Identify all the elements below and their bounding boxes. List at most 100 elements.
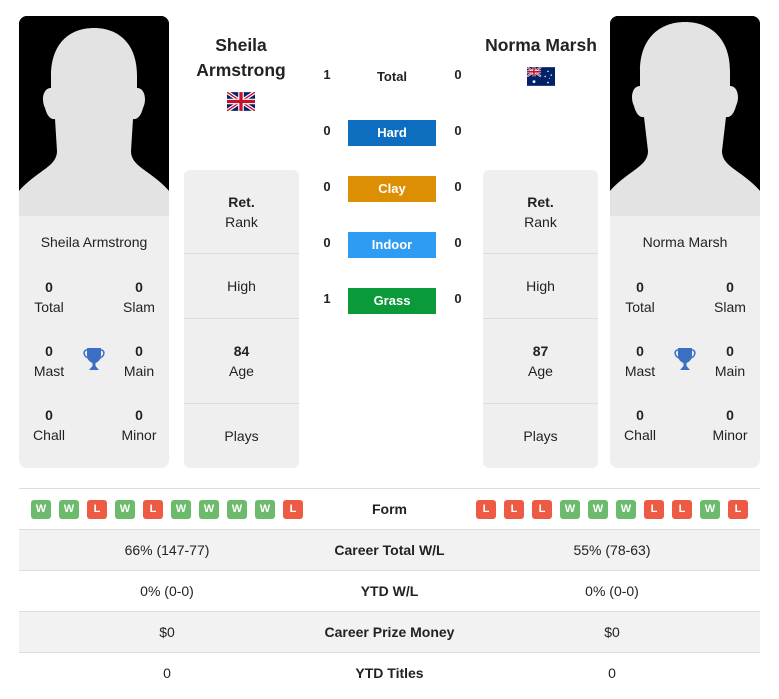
value: 0 [45,279,53,295]
label: Minor [121,427,157,443]
value: 84 [233,343,250,359]
player1-minor-titles: 0 Minor [109,405,169,445]
label: Rank [225,214,258,230]
player2-mast-titles: 0 Mast [610,341,670,381]
value: 0 [726,279,734,295]
h2h-hard-left: 0 [323,123,331,138]
value: 0 [726,407,734,423]
form-win-badge[interactable]: W [560,499,580,519]
label: Age [229,363,254,379]
player1-card-name: Sheila Armstrong [40,234,148,250]
comparison-table: WWLWLWWWWL Form LLLWWWLLWL 66% (147-77) … [19,488,760,693]
player1-first-name[interactable]: Sheila [176,33,306,58]
form-win-badge[interactable]: W [700,499,720,519]
form-win-badge[interactable]: W [616,499,636,519]
player2-info-card: Ret. Rank High 87 Age Plays [483,170,598,468]
surface-indoor-button[interactable]: Indoor [348,232,436,258]
player1-ytd-wl: 0% (0-0) [140,583,194,599]
h2h-total-label: Total [376,69,408,84]
form-win-badge[interactable]: W [171,499,191,519]
value: Ret. [527,194,554,210]
label: Mast [33,363,65,379]
label: Age [528,363,553,379]
value: 0 [45,407,53,423]
label: High [227,278,256,294]
label: Slam [123,299,155,315]
surface-grass-button[interactable]: Grass [348,288,436,314]
united-kingdom-flag-icon [227,92,255,111]
form-loss-badge[interactable]: L [504,499,524,519]
player1-last-name[interactable]: Armstrong [176,58,306,83]
label: Plays [523,428,558,444]
player2-name[interactable]: Norma Marsh [476,33,606,58]
divider [483,318,598,319]
label: High [526,278,555,294]
player1-titles-card: Sheila Armstrong 0 Total 0 Slam 0 Mast 0 Mai… [19,216,169,468]
form-win-badge[interactable]: W [199,499,219,519]
player2-ytd-titles: 0 [608,665,616,681]
player1-ytd-titles: 0 [163,665,171,681]
player2-slam-titles: 0 Slam [700,277,760,317]
value: 0 [726,343,734,359]
h2h-total-left: 1 [323,67,331,82]
form-win-badge[interactable]: W [59,499,79,519]
form-loss-badge[interactable]: L [476,499,496,519]
ytd-wl-row: 0% (0-0) YTD W/L 0% (0-0) [19,570,760,611]
player2-card-name: Norma Marsh [642,234,728,250]
player2-career-total-wl: 55% (78-63) [573,542,651,558]
form-loss-badge[interactable]: L [728,499,748,519]
label: Rank [524,214,557,230]
h2h-clay-left: 0 [323,179,331,194]
divider [184,318,299,319]
player2-full-name[interactable]: Norma Marsh [476,33,606,58]
player2-high: High [483,276,598,296]
ytd-wl-label: YTD W/L [360,583,419,599]
form-win-badge[interactable]: W [227,499,247,519]
value: 0 [636,407,644,423]
player1-main-titles: 0 Main [109,341,169,381]
player2-total-titles: 0 Total [610,277,670,317]
prize-money-label: Career Prize Money [324,624,455,640]
player1-photo [19,16,169,216]
h2h-grass-right: 0 [454,291,462,306]
h2h-indoor-left: 0 [323,235,331,250]
form-loss-badge[interactable]: L [283,499,303,519]
label: Plays [224,428,259,444]
label: Main [714,363,746,379]
player1-prize-money: $0 [159,624,175,640]
player2-chall-titles: 0 Chall [610,405,670,445]
ytd-titles-row: 0 YTD Titles 0 [19,652,760,693]
label: Slam [714,299,746,315]
label: Minor [712,427,748,443]
player1-total-titles: 0 Total [19,277,79,317]
label: Mast [624,363,656,379]
form-loss-badge[interactable]: L [644,499,664,519]
surface-clay-button[interactable]: Clay [348,176,436,202]
player1-info-card: Ret. Rank High 84 Age Plays [184,170,299,468]
player2-age: 87 Age [483,341,598,381]
value: 0 [135,279,143,295]
ytd-titles-label: YTD Titles [355,665,424,681]
player2-main-titles: 0 Main [700,341,760,381]
trophy-icon [83,348,105,370]
form-win-badge[interactable]: W [255,499,275,519]
form-win-badge[interactable]: W [588,499,608,519]
player1-career-total-wl: 66% (147-77) [124,542,210,558]
form-loss-badge[interactable]: L [532,499,552,519]
divider [483,403,598,404]
silhouette-icon [610,16,760,216]
form-loss-badge[interactable]: L [143,499,163,519]
form-loss-badge[interactable]: L [87,499,107,519]
player2-titles-card: Norma Marsh 0 Total 0 Slam 0 Mast 0 Main 0 Ch… [610,216,760,468]
player1-name[interactable]: Sheila Armstrong [176,33,306,83]
player1-plays: Plays [184,426,299,446]
form-loss-badge[interactable]: L [672,499,692,519]
label: Total [625,299,655,315]
player1-mast-titles: 0 Mast [19,341,79,381]
player1-age: 84 Age [184,341,299,381]
label: Chall [33,427,65,443]
form-win-badge[interactable]: W [31,499,51,519]
trophy-icon [674,348,696,370]
surface-hard-button[interactable]: Hard [348,120,436,146]
form-win-badge[interactable]: W [115,499,135,519]
